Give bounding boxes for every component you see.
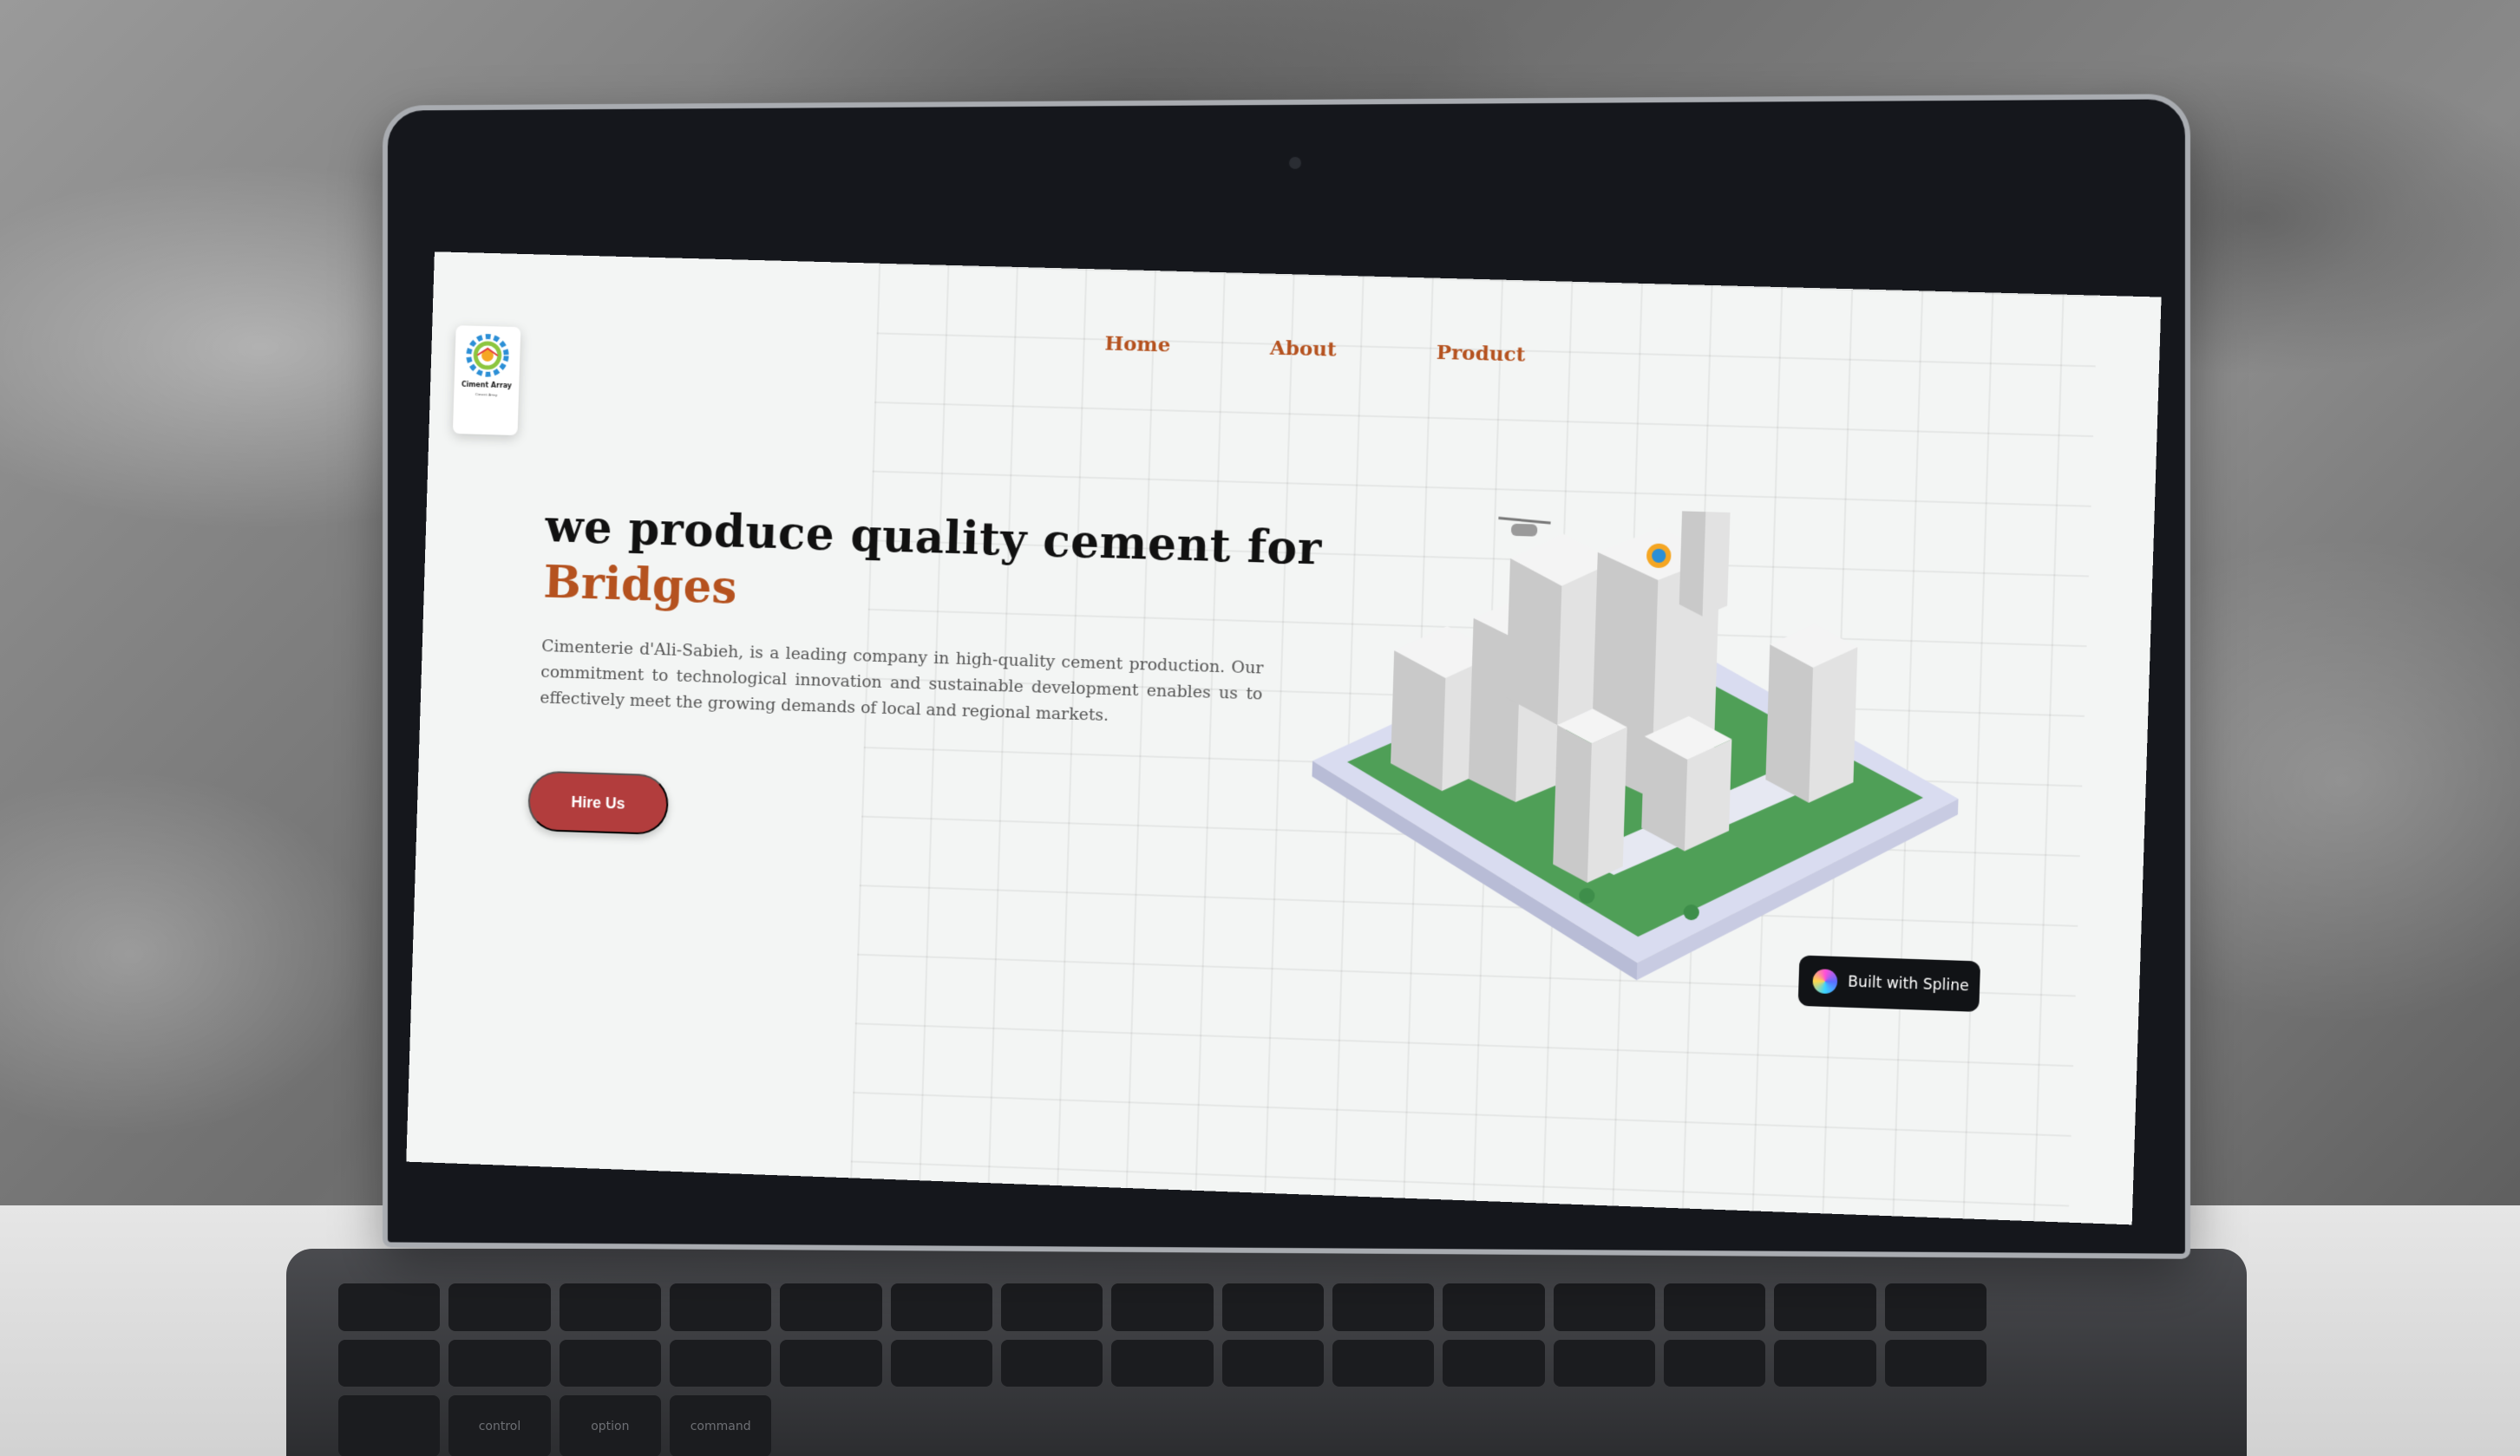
key [448,1339,551,1387]
building [1640,715,1733,853]
built-with-spline-badge[interactable]: Built with Spline [1797,955,1981,1012]
key [1774,1339,1876,1387]
key [1884,1283,1987,1331]
key [448,1283,551,1331]
key [890,1283,992,1331]
camera [1288,156,1301,169]
website-screen: Ciment Array Ciment Array Home About Pro… [406,251,2162,1225]
company-logo[interactable]: Ciment Array Ciment Array [452,325,521,436]
key [1111,1283,1214,1331]
key [1774,1283,1876,1331]
building [1764,623,1859,805]
key [1884,1339,1987,1387]
logo-fine-print: Ciment Array [475,392,498,397]
hero-accent-word: Bridges [542,555,738,615]
key [1443,1283,1545,1331]
key [559,1283,661,1331]
key-option: option [559,1395,661,1456]
gear-logo-icon [465,332,511,378]
key [1443,1339,1545,1387]
key [1553,1283,1655,1331]
keyboard: control option command [338,1283,1987,1456]
key [670,1339,772,1387]
spline-logo-icon [1812,969,1838,995]
laptop-base: control option command [286,1249,2247,1456]
key [670,1283,772,1331]
key [1664,1283,1766,1331]
key [1111,1339,1214,1387]
key [1221,1339,1324,1387]
building [1552,708,1628,885]
key [1001,1283,1103,1331]
spline-badge-label: Built with Spline [1847,973,1969,996]
nav-home[interactable]: Home [1104,331,1171,356]
hire-us-button[interactable]: Hire Us [527,770,670,836]
key [1001,1339,1103,1387]
nav-product[interactable]: Product [1436,341,1525,367]
key [1332,1339,1435,1387]
key [1553,1339,1655,1387]
key [1664,1339,1766,1387]
key [559,1339,661,1387]
key-command: command [670,1395,772,1456]
key [780,1339,882,1387]
key [1332,1283,1435,1331]
tower [1679,499,1731,617]
key [338,1283,441,1331]
key [338,1395,441,1456]
key [780,1283,882,1331]
key [1221,1283,1324,1331]
key-control: control [448,1395,551,1456]
helicopter [1498,518,1551,537]
key [890,1339,992,1387]
key [338,1339,441,1387]
nav-about[interactable]: About [1270,336,1337,362]
